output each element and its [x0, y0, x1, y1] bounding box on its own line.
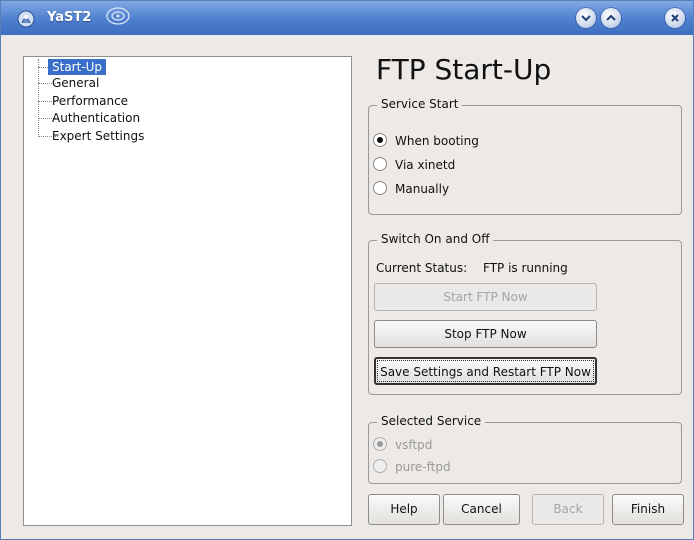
help-button[interactable]: Help [368, 494, 440, 525]
window-title: YaST2 [47, 10, 92, 25]
cancel-button[interactable]: Cancel [443, 494, 520, 525]
switch-on-off-group: Switch On and Off Current Status: FTP is… [368, 232, 682, 395]
close-icon [671, 14, 679, 22]
service-start-group: Service Start When booting Via xinetd Ma… [368, 97, 682, 215]
stop-ftp-button[interactable]: Stop FTP Now [374, 320, 597, 348]
yast-icon [17, 10, 35, 28]
yast-window: YaST2 Start-Up General Performance Authe… [0, 0, 694, 540]
chevron-up-icon [606, 14, 616, 21]
title-bar[interactable]: YaST2 [1, 1, 693, 35]
gecko-icon [106, 7, 130, 25]
status-value: FTP is running [483, 261, 568, 275]
radio-button[interactable] [373, 133, 387, 147]
minimize-button[interactable] [576, 8, 596, 28]
back-button[interactable]: Back [532, 494, 604, 525]
close-button[interactable] [665, 8, 685, 28]
finish-button[interactable]: Finish [612, 494, 684, 525]
radio-button[interactable] [373, 181, 387, 195]
status-label: Current Status: [376, 261, 468, 275]
radio-button[interactable] [373, 157, 387, 171]
start-ftp-button[interactable]: Start FTP Now [374, 283, 597, 311]
tree-item-label: Authentication [52, 111, 141, 125]
group-title: Service Start [377, 97, 463, 111]
radio-label: Manually [395, 182, 450, 196]
radio-label: pure-ftpd [395, 460, 451, 474]
save-restart-button[interactable]: Save Settings and Restart FTP Now [374, 357, 597, 385]
tree-item-label: Expert Settings [52, 129, 145, 143]
radio-button[interactable] [373, 459, 387, 473]
current-status: Current Status: FTP is running [376, 261, 568, 275]
tree-item-label: General [52, 76, 100, 90]
group-title: Switch On and Off [377, 232, 494, 246]
radio-label: Via xinetd [395, 158, 456, 172]
selected-service-group: Selected Service vsftpd pure-ftpd [368, 414, 682, 484]
page-title: FTP Start-Up [376, 53, 552, 86]
tree-item-label: Start-Up [48, 59, 107, 75]
radio-label: When booting [395, 134, 479, 148]
radio-label: vsftpd [395, 438, 433, 452]
maximize-button[interactable] [601, 8, 621, 28]
navigation-tree[interactable]: Start-Up General Performance Authenticat… [23, 56, 352, 526]
radio-button[interactable] [373, 437, 387, 451]
chevron-down-icon [581, 15, 591, 22]
group-title: Selected Service [377, 414, 486, 428]
tree-connector [38, 59, 39, 137]
tree-item-label: Performance [52, 94, 129, 108]
